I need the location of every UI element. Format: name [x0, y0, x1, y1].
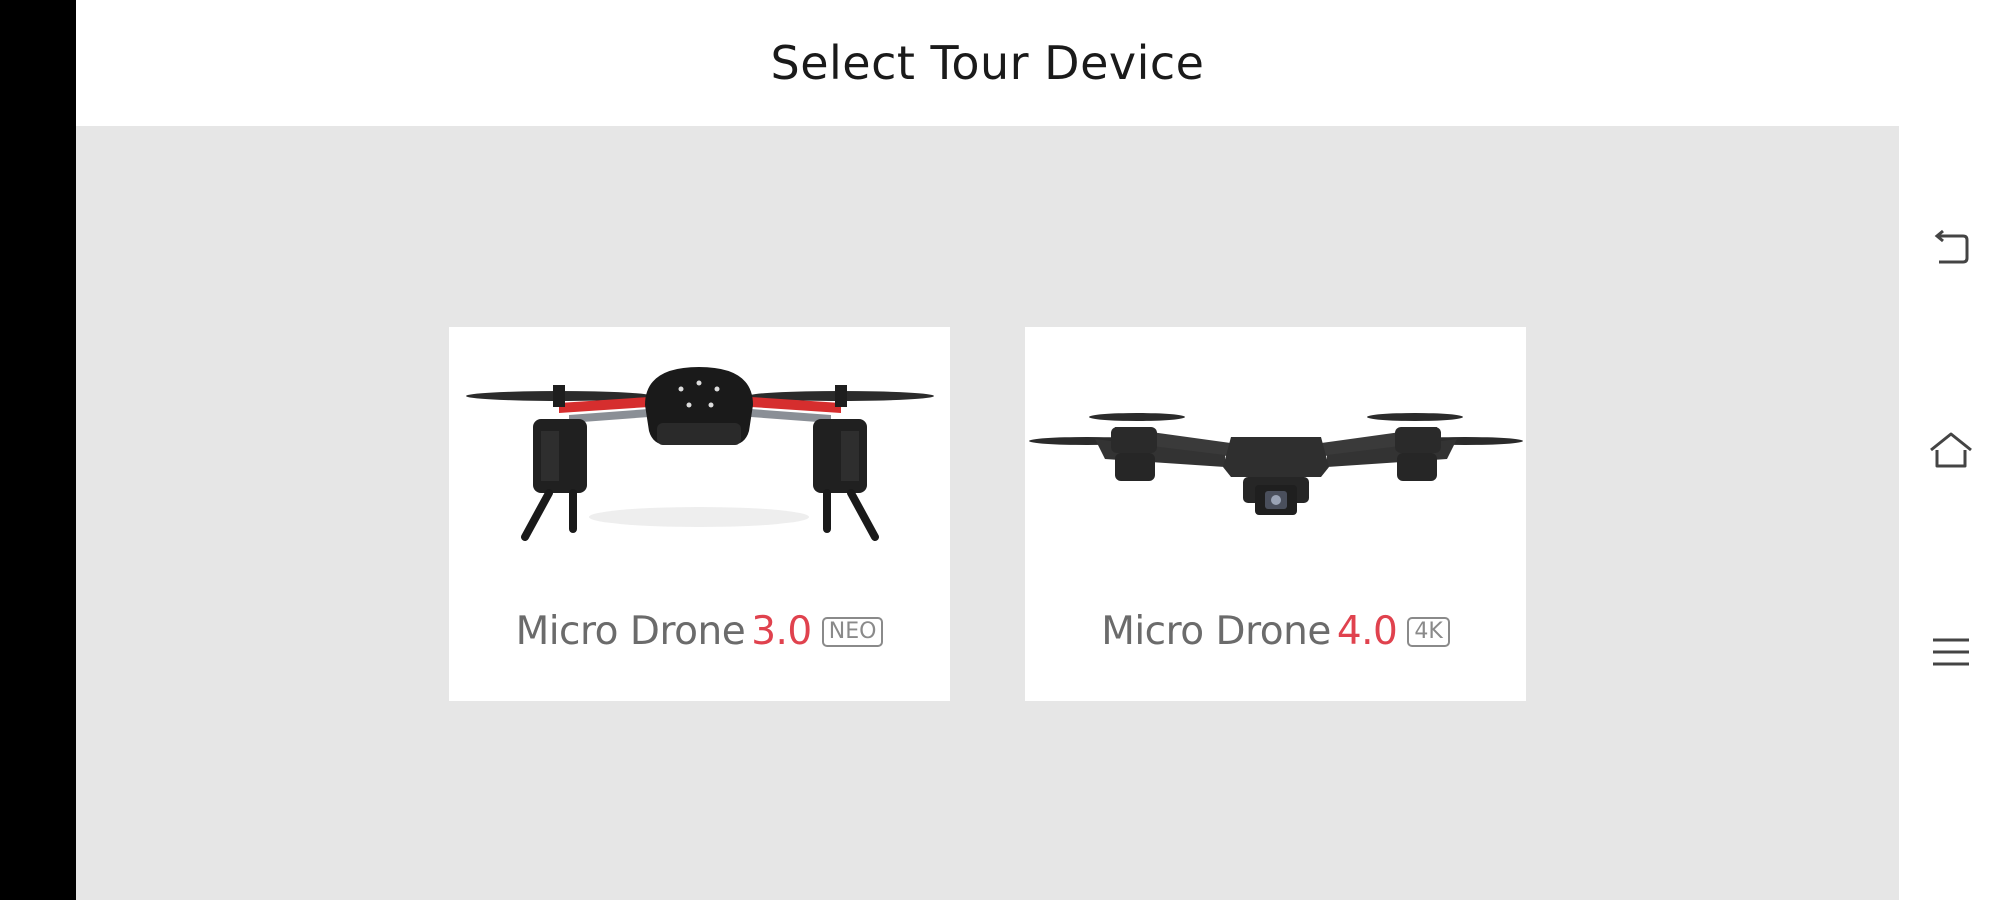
- device-label: Micro Drone 4.0 4K: [1025, 609, 1526, 654]
- home-button[interactable]: [1925, 424, 1977, 476]
- page-title: Select Tour Device: [770, 36, 1205, 90]
- device-card-micro-drone-4[interactable]: Micro Drone 4.0 4K: [1025, 327, 1526, 701]
- menu-icon: [1933, 638, 1969, 666]
- device-version: 3.0: [751, 609, 812, 654]
- device-badge: 4K: [1407, 617, 1450, 647]
- header: Select Tour Device: [76, 0, 1899, 126]
- device-badge: NEO: [821, 617, 884, 647]
- device-name: Micro Drone: [515, 609, 746, 654]
- menu-button[interactable]: [1925, 626, 1977, 678]
- left-black-bar: [0, 0, 76, 900]
- device-card-micro-drone-3[interactable]: Micro Drone 3.0 NEO: [449, 327, 950, 701]
- device-version: 4.0: [1336, 609, 1398, 654]
- device-name: Micro Drone: [1101, 609, 1331, 654]
- micro-drone-3-image: [466, 367, 934, 541]
- back-button[interactable]: [1925, 222, 1977, 274]
- back-icon: [1934, 229, 1969, 264]
- device-selection-area: [76, 126, 1899, 900]
- micro-drone-4-image: [1029, 413, 1523, 515]
- home-icon: [1930, 432, 1972, 468]
- device-label: Micro Drone 3.0 NEO: [449, 609, 950, 654]
- system-nav-bar: [1899, 0, 2003, 900]
